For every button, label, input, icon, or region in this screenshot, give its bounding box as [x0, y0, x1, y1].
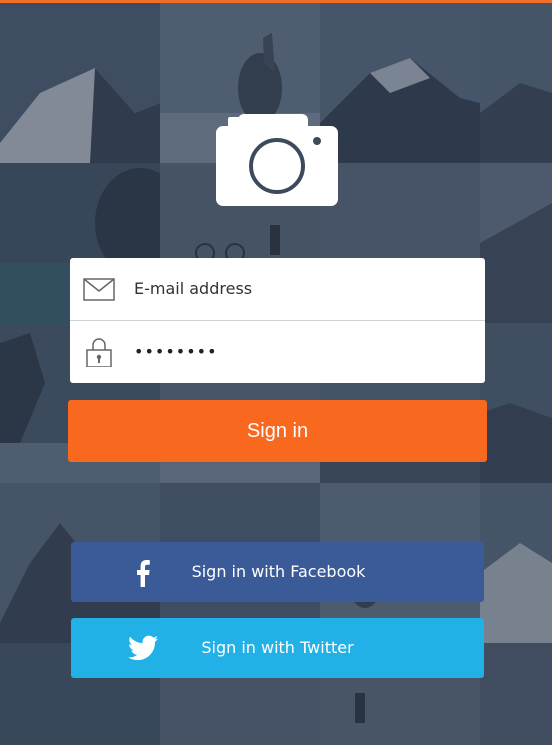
- password-field[interactable]: ••••••••: [70, 321, 485, 383]
- envelope-icon: [83, 278, 115, 301]
- email-field[interactable]: E-mail address: [70, 258, 485, 321]
- padlock-icon: [86, 338, 112, 367]
- login-form: E-mail address ••••••••: [70, 258, 485, 383]
- camera-icon: [216, 114, 338, 206]
- facebook-sign-in-label: Sign in with Facebook: [191, 562, 366, 581]
- twitter-icon: [128, 635, 158, 661]
- twitter-sign-in-label: Sign in with Twitter: [201, 638, 354, 657]
- facebook-icon: [137, 560, 150, 587]
- twitter-sign-in-button[interactable]: Sign in with Twitter: [71, 618, 484, 678]
- email-input[interactable]: E-mail address: [134, 258, 252, 320]
- facebook-sign-in-button[interactable]: Sign in with Facebook: [71, 542, 484, 602]
- sign-in-button[interactable]: Sign in: [68, 400, 487, 462]
- password-input[interactable]: ••••••••: [134, 321, 218, 383]
